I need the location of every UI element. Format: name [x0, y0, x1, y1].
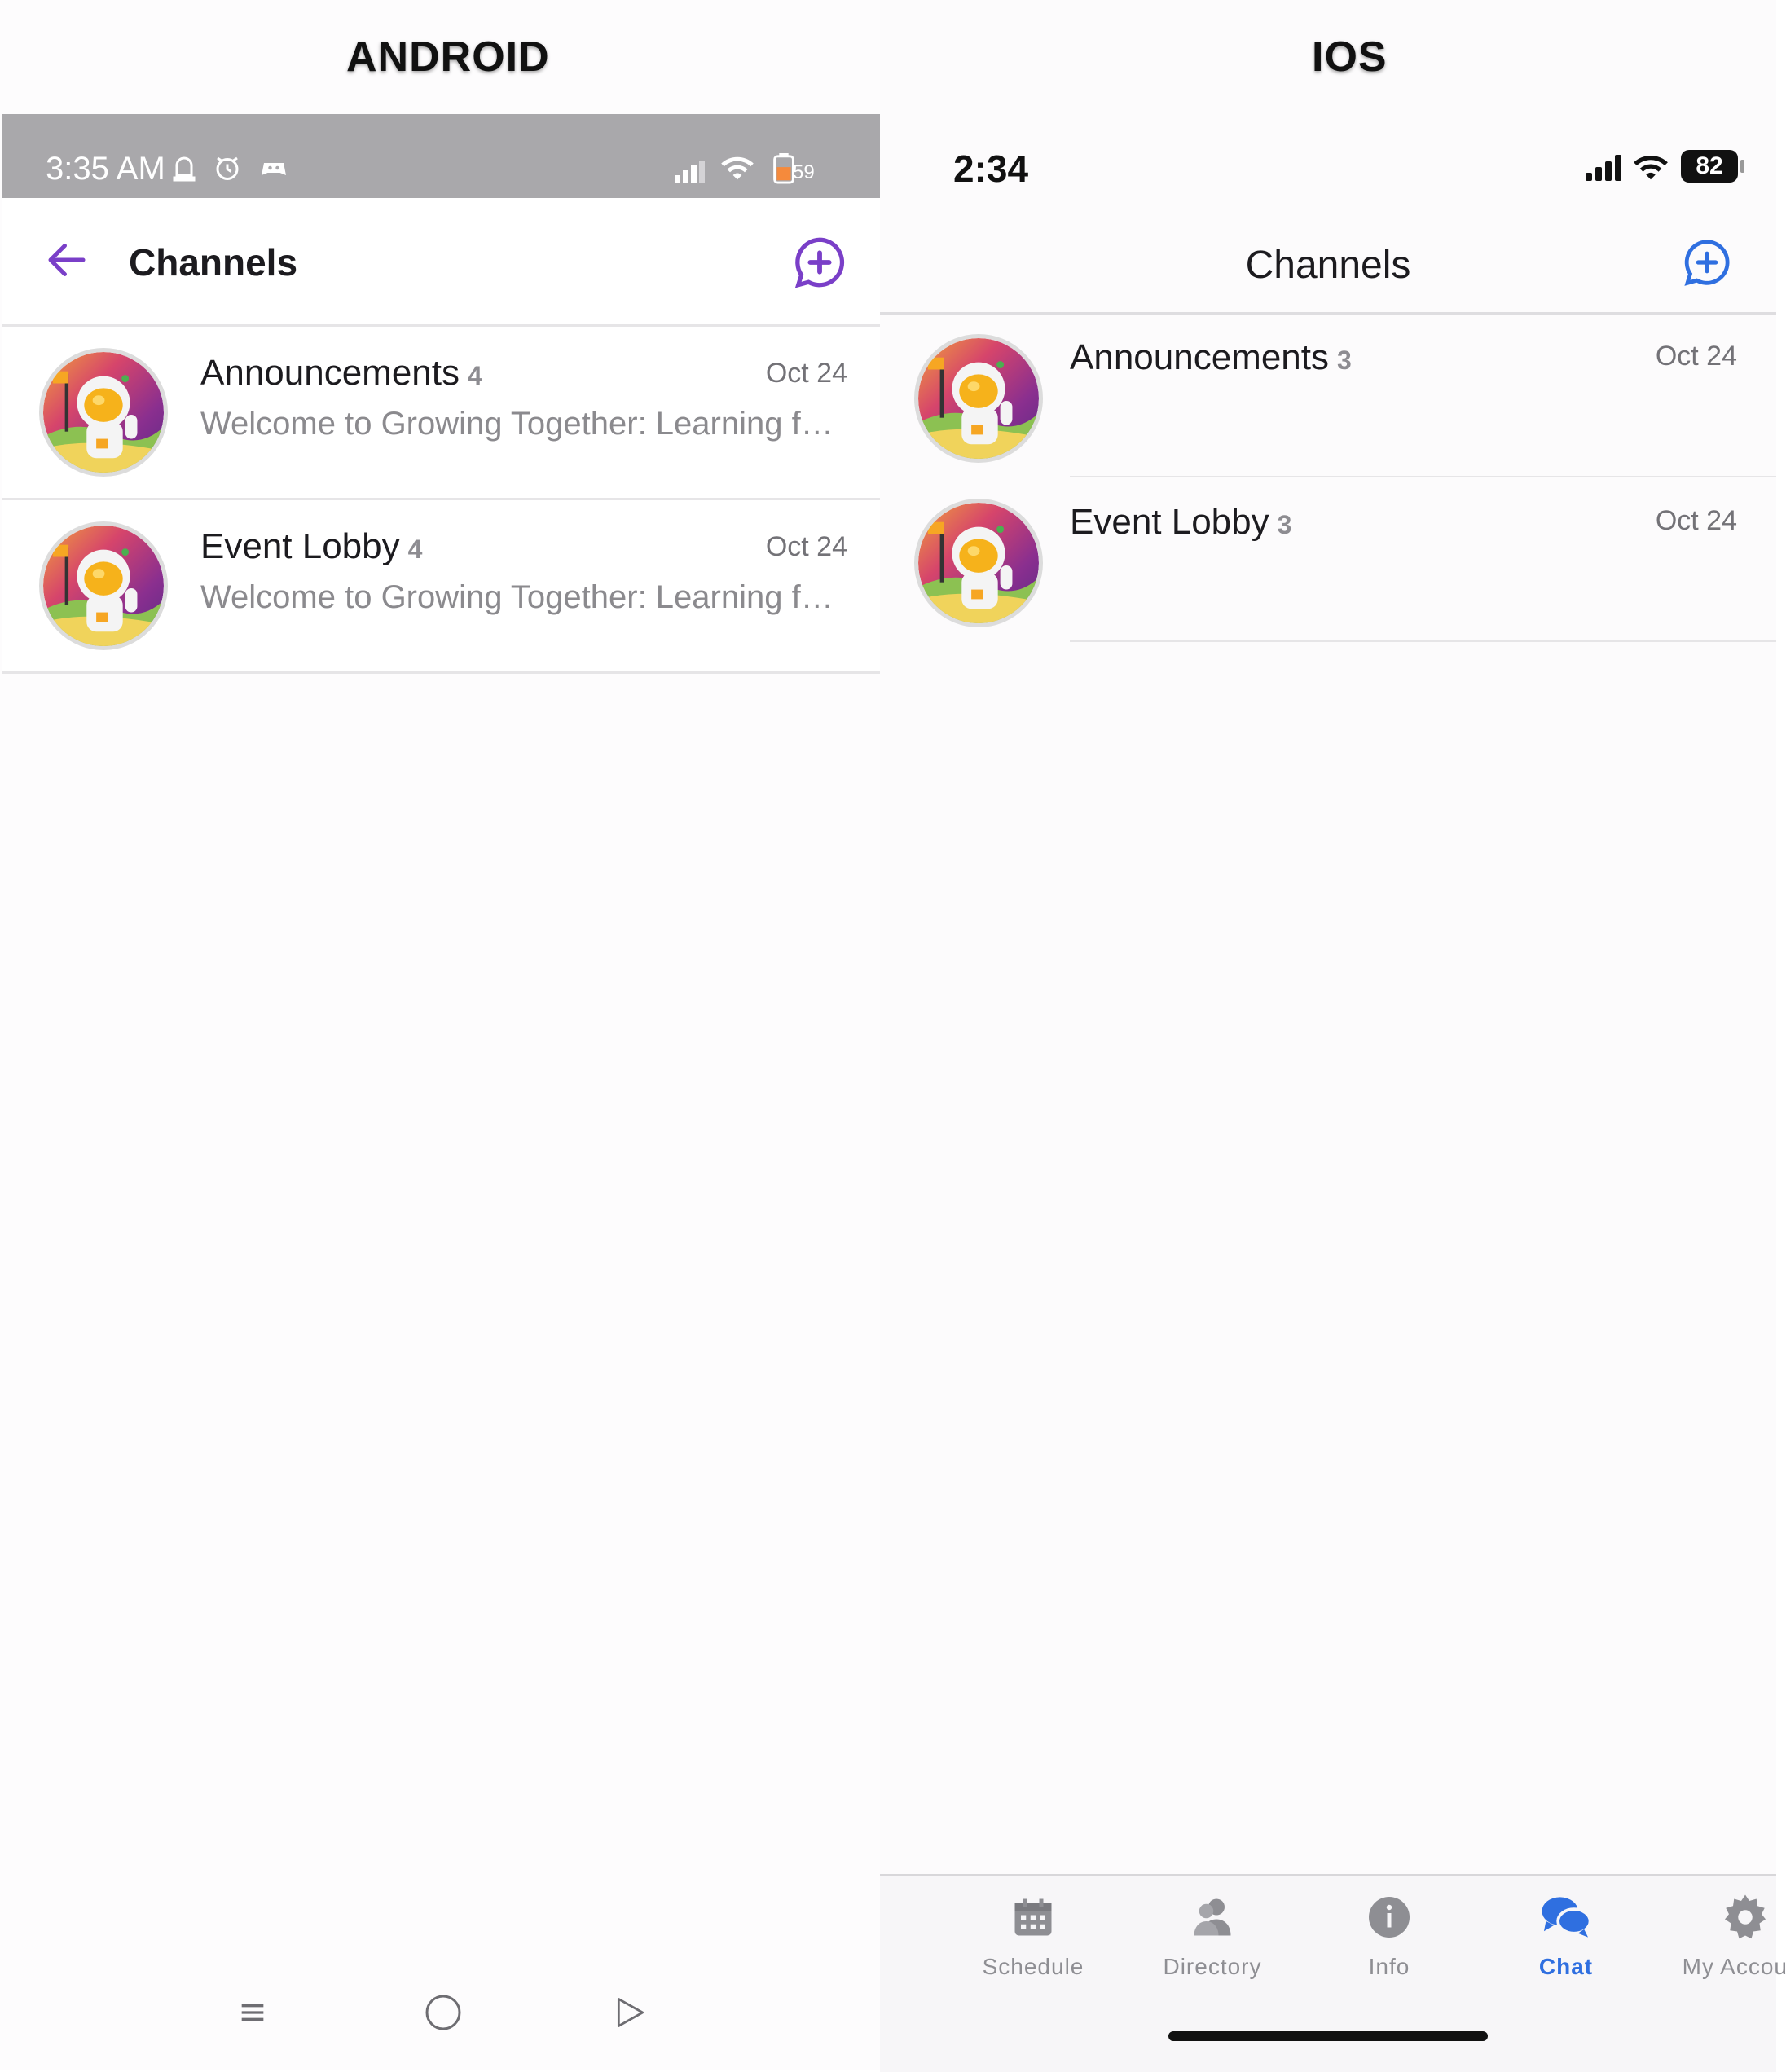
chat-icon — [1542, 1897, 1592, 1938]
page-title: Channels — [129, 241, 298, 284]
android-app-bar: Channels — [2, 198, 880, 327]
gear-icon — [1725, 1894, 1766, 1939]
battery-level: 59 — [793, 161, 815, 183]
tab-schedule[interactable]: Schedule — [952, 1893, 1115, 1980]
game-icon — [258, 153, 289, 191]
wifi-icon — [1632, 152, 1669, 187]
people-icon — [1194, 1898, 1231, 1936]
battery-icon — [772, 153, 795, 192]
battery-level: 82 — [1681, 150, 1738, 183]
tab-label: Directory — [1163, 1954, 1262, 1979]
android-screen: ANDROID 3:35 AM 59 Channels Announcement… — [0, 0, 880, 2070]
channel-name-text: Announcements — [200, 353, 460, 393]
alarm-icon — [213, 153, 242, 191]
unread-count: 4 — [468, 361, 482, 390]
channel-name-text: Event Lobby — [200, 526, 400, 566]
calendar-icon — [1014, 1898, 1052, 1936]
tab-label: My Account — [1682, 1954, 1786, 1979]
row-divider — [1070, 640, 1776, 642]
android-status-bar: 3:35 AM 59 — [2, 114, 880, 198]
channel-preview: Welcome to Growing Together: Learning fo… — [200, 406, 836, 442]
add-chat-icon — [794, 237, 845, 288]
tab-info[interactable]: Info — [1308, 1893, 1471, 1980]
ios-status-bar: 2:34 82 — [880, 130, 1776, 212]
ios-header: Channels — [880, 212, 1776, 315]
wifi-icon — [719, 153, 755, 191]
signal-icon — [1586, 153, 1625, 187]
channel-avatar — [914, 499, 1043, 627]
channel-name: Event Lobby 4 — [200, 526, 422, 567]
unread-count: 3 — [1277, 510, 1292, 539]
channel-name: Announcements 4 — [200, 353, 482, 394]
channel-avatar — [39, 521, 168, 650]
ios-section-title: IOS — [1312, 33, 1388, 81]
channel-avatar — [39, 348, 168, 477]
page-title: Channels — [1245, 244, 1411, 287]
status-time: 3:35 AM — [46, 151, 165, 187]
channel-preview: Welcome to Growing Together: Learning fo… — [200, 579, 836, 615]
status-time: 2:34 — [953, 147, 1029, 190]
recents-button[interactable] — [236, 1996, 269, 2033]
home-indicator — [1168, 2031, 1488, 2041]
android-nav-bar — [0, 1964, 880, 2070]
channel-date: Oct 24 — [765, 358, 847, 389]
tab-label: Info — [1368, 1954, 1410, 1979]
new-channel-button[interactable] — [1681, 236, 1733, 293]
home-button[interactable] — [424, 1993, 463, 2036]
add-chat-icon — [1684, 240, 1730, 286]
signal-icon — [675, 156, 710, 191]
tab-label: Schedule — [982, 1954, 1084, 1979]
channel-name-text: Announcements — [1070, 337, 1329, 377]
tab-directory[interactable]: Directory — [1131, 1893, 1294, 1980]
battery-cap — [1740, 160, 1744, 173]
channel-name-text: Event Lobby — [1070, 502, 1269, 542]
back-arrow-icon[interactable] — [42, 235, 92, 288]
notification-icon — [169, 153, 199, 191]
channel-date: Oct 24 — [765, 531, 847, 562]
channel-name: Announcements 3 — [1070, 337, 1352, 378]
tab-bar: Schedule Directory Info Chat My Account — [880, 1874, 1786, 2072]
ios-screen: IOS 2:34 82 Channels Announcements 3 Oct … — [880, 0, 1786, 2072]
channel-row-announcements[interactable]: Announcements 3 Oct 24 — [880, 315, 1776, 477]
back-button[interactable] — [613, 1993, 649, 2036]
channel-row-announcements[interactable]: Announcements 4 Oct 24 Welcome to Growing… — [2, 327, 880, 500]
android-section-title: ANDROID — [346, 33, 550, 81]
unread-count: 4 — [407, 534, 423, 564]
row-divider — [1070, 476, 1776, 477]
unread-count: 3 — [1337, 345, 1352, 375]
new-channel-button[interactable] — [791, 234, 848, 295]
tab-label: Chat — [1538, 1954, 1594, 1979]
channel-avatar — [914, 334, 1043, 463]
tab-chat[interactable]: Chat — [1485, 1893, 1647, 1980]
channel-name: Event Lobby 3 — [1070, 502, 1291, 543]
tab-my-account[interactable]: My Account — [1664, 1893, 1786, 1980]
channel-date: Oct 24 — [1655, 341, 1737, 372]
info-icon — [1369, 1897, 1410, 1938]
channel-row-event-lobby[interactable]: Event Lobby 4 Oct 24 Welcome to Growing T… — [2, 500, 880, 674]
channel-row-event-lobby[interactable]: Event Lobby 3 Oct 24 — [880, 479, 1776, 642]
channel-date: Oct 24 — [1655, 505, 1737, 536]
